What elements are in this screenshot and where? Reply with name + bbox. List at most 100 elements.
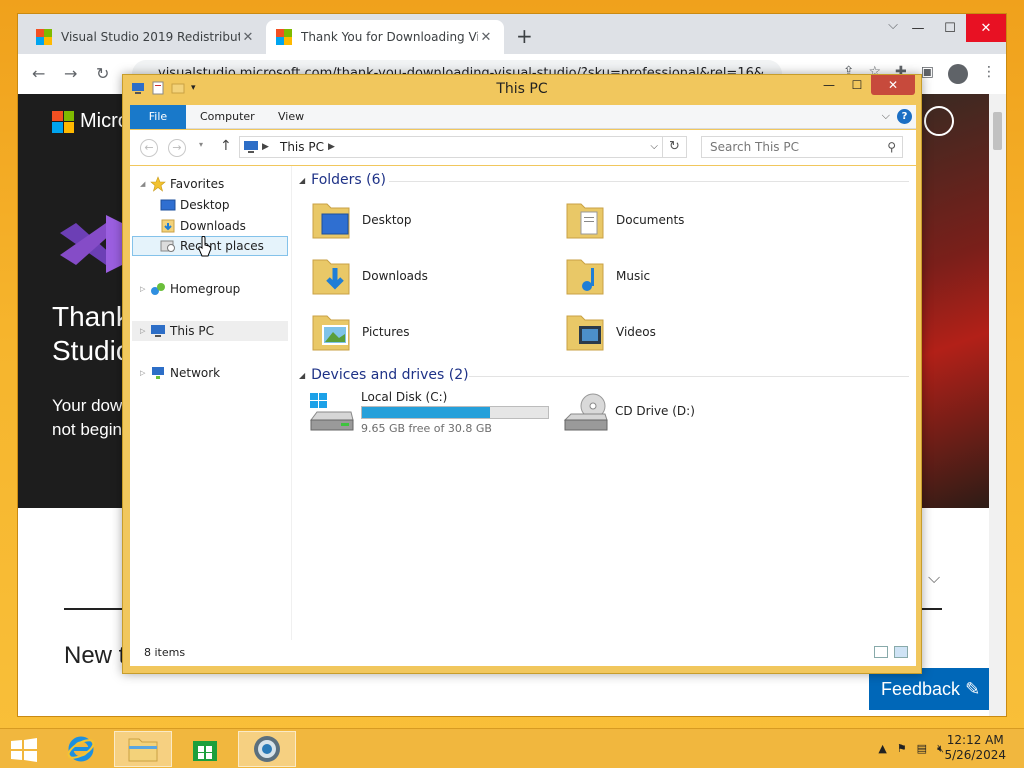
taskbar-internet-explorer[interactable] <box>52 731 110 767</box>
action-center-flag-icon[interactable]: ⚑ <box>897 742 907 756</box>
volume-muted-icon[interactable]: 🔇︎ <box>937 742 944 756</box>
folder-name: Documents <box>616 213 685 227</box>
maximize-button[interactable]: ☐ <box>934 14 966 42</box>
group-title: Devices and drives (2) <box>311 367 469 383</box>
expand-ribbon-chevron-icon[interactable]: ⌵ <box>882 109 890 123</box>
nav-label: Recent places <box>180 239 264 253</box>
taskbar-store[interactable] <box>176 731 234 767</box>
recent-locations-dropdown-icon[interactable]: ▾ <box>199 140 203 149</box>
menu-kebab-icon[interactable]: ⋮ <box>982 64 996 84</box>
new-tab-button[interactable]: + <box>516 24 533 48</box>
folders-group-header[interactable]: ◢ Folders (6) <box>299 172 909 188</box>
hero-subtitle-line: not begin <box>52 420 122 439</box>
expand-chevron-icon[interactable]: ⌵ <box>928 568 940 588</box>
documents-folder-icon <box>566 203 604 239</box>
folder-name: Downloads <box>362 269 428 283</box>
clock[interactable]: 12:12 AM 5/26/2024 <box>944 733 1006 763</box>
folder-tile-music[interactable]: Music <box>563 254 650 298</box>
back-arrow-icon[interactable]: ← <box>140 139 158 157</box>
tab-close-icon[interactable]: ✕ <box>240 30 256 45</box>
taskbar-file-explorer[interactable] <box>114 731 172 767</box>
folder-name: Videos <box>616 325 656 339</box>
tab-close-icon[interactable]: ✕ <box>478 30 494 45</box>
tab-search-chevron-icon[interactable]: ⌵ <box>888 18 898 33</box>
large-icons-view-icon[interactable] <box>894 646 908 658</box>
expand-arrow-icon[interactable]: ▷ <box>140 369 150 377</box>
microsoft-logo-icon <box>52 110 74 133</box>
expand-arrow-icon[interactable]: ▷ <box>140 327 150 335</box>
reload-icon[interactable]: ↻ <box>96 64 109 83</box>
folder-tile-desktop[interactable]: Desktop <box>309 198 412 242</box>
folder-tile-pictures[interactable]: Pictures <box>309 310 410 354</box>
search-input[interactable]: Search This PC ⚲ <box>701 136 903 158</box>
collapse-arrow-icon[interactable]: ◢ <box>299 176 305 185</box>
drive-usage-fill <box>362 407 490 418</box>
nav-favorites[interactable]: ◢ Favorites <box>140 174 224 194</box>
expand-arrow-icon[interactable]: ▷ <box>140 285 150 293</box>
explorer-titlebar[interactable]: ▾ This PC — ☐ ✕ <box>123 75 921 104</box>
collapse-arrow-icon[interactable]: ◢ <box>299 371 305 380</box>
hero-subtitle: Your dow not begin <box>52 394 122 442</box>
sidebar-icon[interactable]: ▣ <box>921 64 934 84</box>
up-arrow-icon[interactable]: ↑ <box>220 138 232 154</box>
maximize-button[interactable]: ☐ <box>843 75 871 95</box>
nav-downloads[interactable]: Downloads <box>160 216 246 236</box>
refresh-icon[interactable]: ↻ <box>663 136 687 158</box>
downloads-folder-icon <box>312 259 350 295</box>
chrome-browser-icon <box>254 736 280 762</box>
explorer-window-controls: — ☐ ✕ <box>815 75 915 95</box>
network-tray-icon[interactable]: ▤ <box>917 742 927 756</box>
system-tray: ▲ ⚑ ▤ 🔇︎ <box>878 742 944 756</box>
window-title: This PC <box>496 81 548 97</box>
store-icon <box>193 741 217 761</box>
folder-name: Music <box>616 269 651 283</box>
folder-tile-videos[interactable]: Videos <box>563 310 656 354</box>
hero-title: Thank Studio <box>52 300 131 368</box>
breadcrumb-chevron-icon[interactable]: ▶ <box>262 137 269 157</box>
this-pc-icon <box>151 325 165 337</box>
ribbon-tab-computer[interactable]: Computer <box>186 105 269 129</box>
devices-group-header[interactable]: ◢ Devices and drives (2) <box>299 367 909 383</box>
windows-start-icon[interactable] <box>10 738 38 762</box>
forward-arrow-icon[interactable]: → <box>64 64 77 83</box>
help-icon[interactable]: ? <box>897 109 912 124</box>
drive-name: CD Drive (D:) <box>615 404 695 418</box>
taskbar-chrome[interactable] <box>238 731 296 767</box>
forward-arrow-icon[interactable]: → <box>168 139 186 157</box>
browser-tab-2[interactable]: Thank You for Downloading Visu ✕ <box>266 20 504 54</box>
address-field[interactable]: ▶ This PC ▶ ⌵ <box>239 136 663 158</box>
item-count: 8 items <box>144 646 186 659</box>
page-scrollbar[interactable] <box>989 94 1006 716</box>
profile-avatar-icon[interactable] <box>948 64 968 84</box>
folder-tile-downloads[interactable]: Downloads <box>309 254 428 298</box>
address-dropdown-icon[interactable]: ⌵ <box>650 137 658 157</box>
drive-tile-local-disk[interactable]: Local Disk (C:) 9.65 GB free of 30.8 GB <box>307 390 549 435</box>
search-placeholder: Search This PC <box>710 140 799 154</box>
drive-free-space: 9.65 GB free of 30.8 GB <box>361 422 492 435</box>
drive-tile-cd-drive[interactable]: CD Drive (D:) <box>561 390 695 434</box>
feedback-button[interactable]: Feedback ✎ <box>869 668 989 710</box>
minimize-button[interactable]: — <box>815 75 843 95</box>
scrollbar-thumb[interactable] <box>993 112 1002 150</box>
ribbon-tab-file[interactable]: File <box>130 105 186 129</box>
search-icon: ⚲ <box>887 140 896 154</box>
breadcrumb-chevron-icon[interactable]: ▶ <box>328 137 335 157</box>
ribbon-tab-view[interactable]: View <box>264 105 318 129</box>
folder-tile-documents[interactable]: Documents <box>563 198 684 242</box>
recent-places-icon <box>160 240 175 252</box>
close-button[interactable]: ✕ <box>871 75 915 95</box>
section-heading: New t <box>64 642 126 669</box>
nav-desktop[interactable]: Desktop <box>160 195 230 215</box>
browser-tab-1[interactable]: Visual Studio 2019 Redistributio ✕ <box>26 20 266 54</box>
minimize-button[interactable]: — <box>902 14 934 42</box>
back-arrow-icon[interactable]: ← <box>32 64 45 83</box>
nav-network[interactable]: ▷ Network <box>140 363 220 383</box>
nav-homegroup[interactable]: ▷ Homegroup <box>140 279 240 299</box>
close-button[interactable]: ✕ <box>966 14 1006 42</box>
details-view-icon[interactable] <box>874 646 888 658</box>
address-location[interactable]: This PC <box>280 140 324 154</box>
nav-this-pc[interactable]: ▷ This PC <box>132 321 288 341</box>
collapse-arrow-icon[interactable]: ◢ <box>140 180 150 188</box>
account-icon[interactable] <box>924 106 954 136</box>
show-hidden-icons-icon[interactable]: ▲ <box>878 742 886 756</box>
